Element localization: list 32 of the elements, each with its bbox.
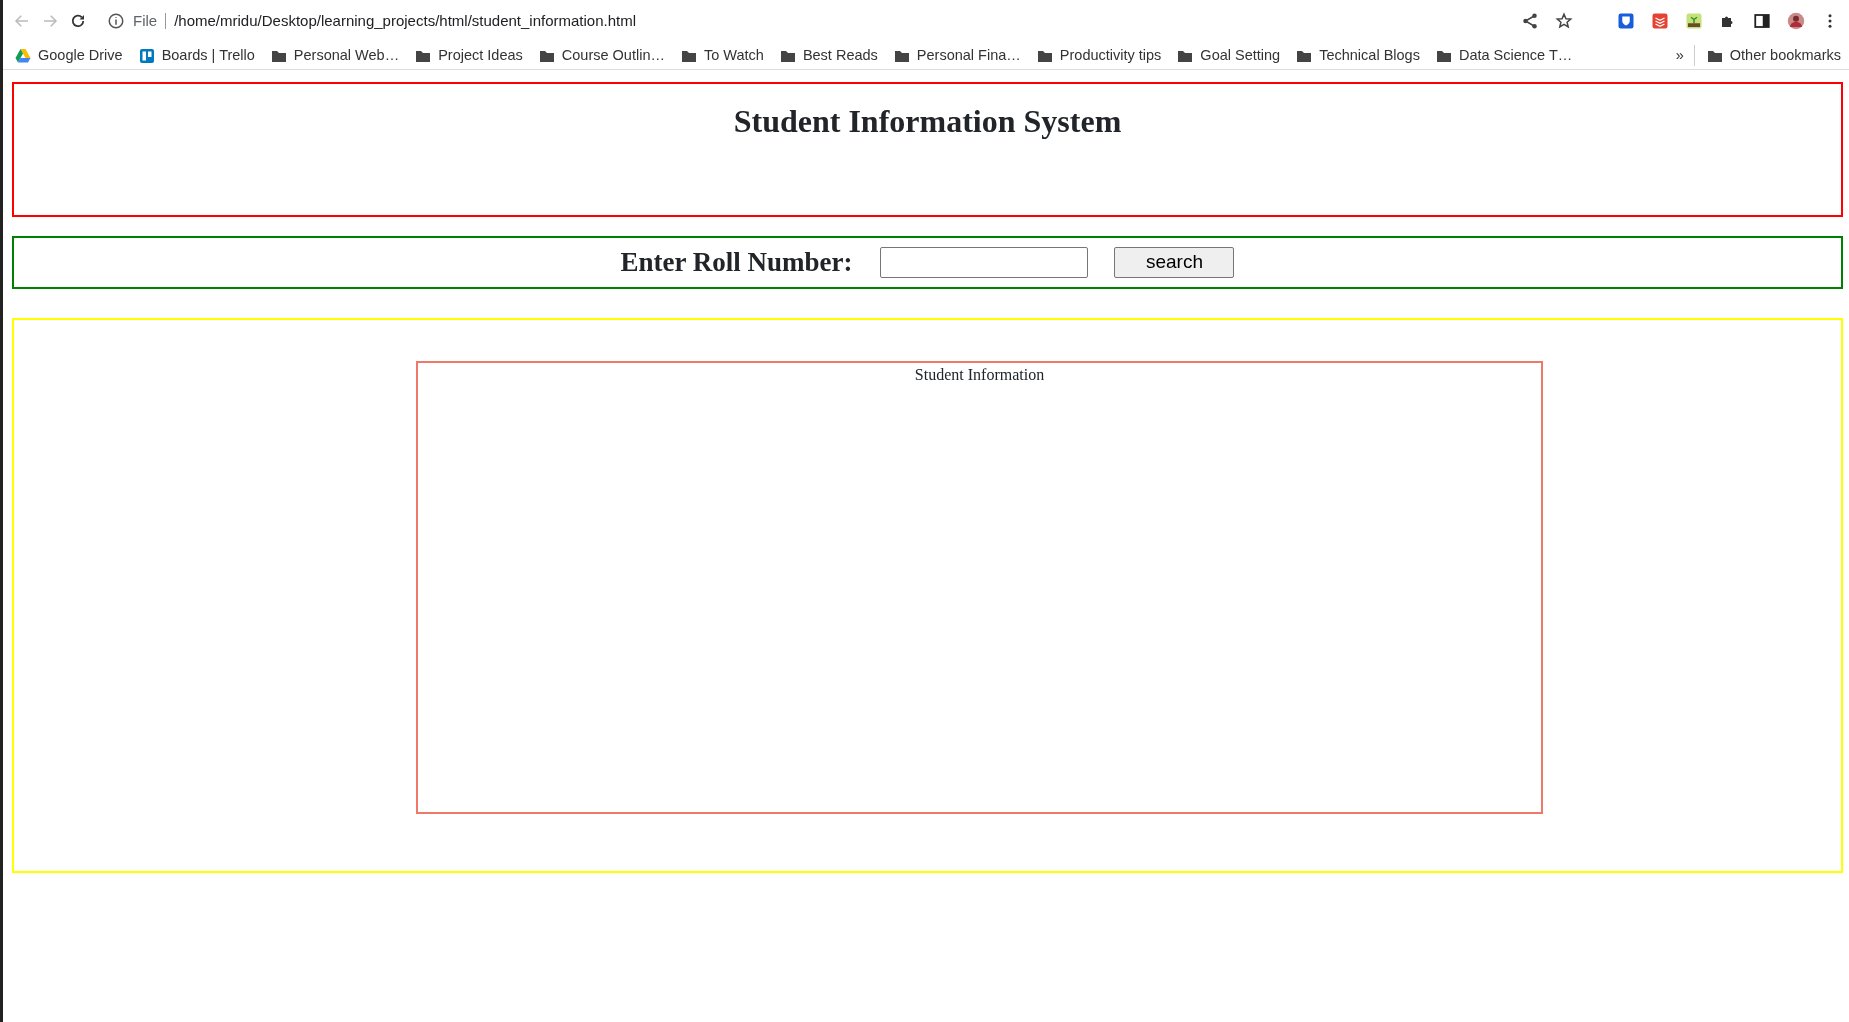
bookmark-link[interactable]: Project Ideas (415, 44, 523, 67)
bookmark-link[interactable]: Other bookmarks (1706, 44, 1841, 67)
bookmark-link[interactable]: Boards | Trello (138, 44, 255, 67)
bookmark-link[interactable]: Personal Fina… (893, 44, 1021, 67)
page-title: Student Information System (732, 102, 1123, 141)
checklist-icon[interactable] (1651, 12, 1669, 30)
bookmark-link[interactable]: Google Drive (15, 44, 123, 67)
roll-number-field[interactable] (880, 247, 1089, 278)
reload-icon[interactable] (69, 12, 87, 30)
bookmark-link[interactable]: Data Science T… (1435, 44, 1573, 67)
overflow-chevron[interactable]: » (1675, 44, 1695, 67)
roll-number-label: Enter Roll Number: (620, 246, 853, 280)
search-button[interactable]: search (1114, 247, 1235, 278)
info-caption: Student Information (914, 366, 1045, 383)
info-icon (107, 12, 125, 30)
avatar-icon[interactable] (1787, 12, 1805, 30)
bookmark-link[interactable]: To Watch (680, 44, 764, 67)
bookmark-link[interactable]: Best Reads (779, 44, 878, 67)
side-panel-icon[interactable] (1753, 12, 1771, 30)
shield-icon[interactable] (1617, 12, 1635, 30)
plant-icon[interactable] (1685, 12, 1703, 30)
star-icon[interactable] (1555, 12, 1573, 30)
board-icon (138, 47, 155, 64)
bookmark-link[interactable]: Personal Web… (270, 44, 400, 67)
share-icon[interactable] (1521, 12, 1539, 30)
url-text: /home/mridu/Desktop/learning_projects/html/student_information.html (174, 10, 637, 31)
scheme-label: File (133, 13, 167, 29)
bookmark-link[interactable]: Technical Blogs (1296, 44, 1420, 67)
bookmark-link[interactable]: Goal Setting (1177, 44, 1281, 67)
bookmark-link[interactable]: Course Outlin… (538, 44, 665, 67)
bookmark-link[interactable]: Productivity tips (1036, 44, 1162, 67)
drive-icon (15, 47, 31, 64)
